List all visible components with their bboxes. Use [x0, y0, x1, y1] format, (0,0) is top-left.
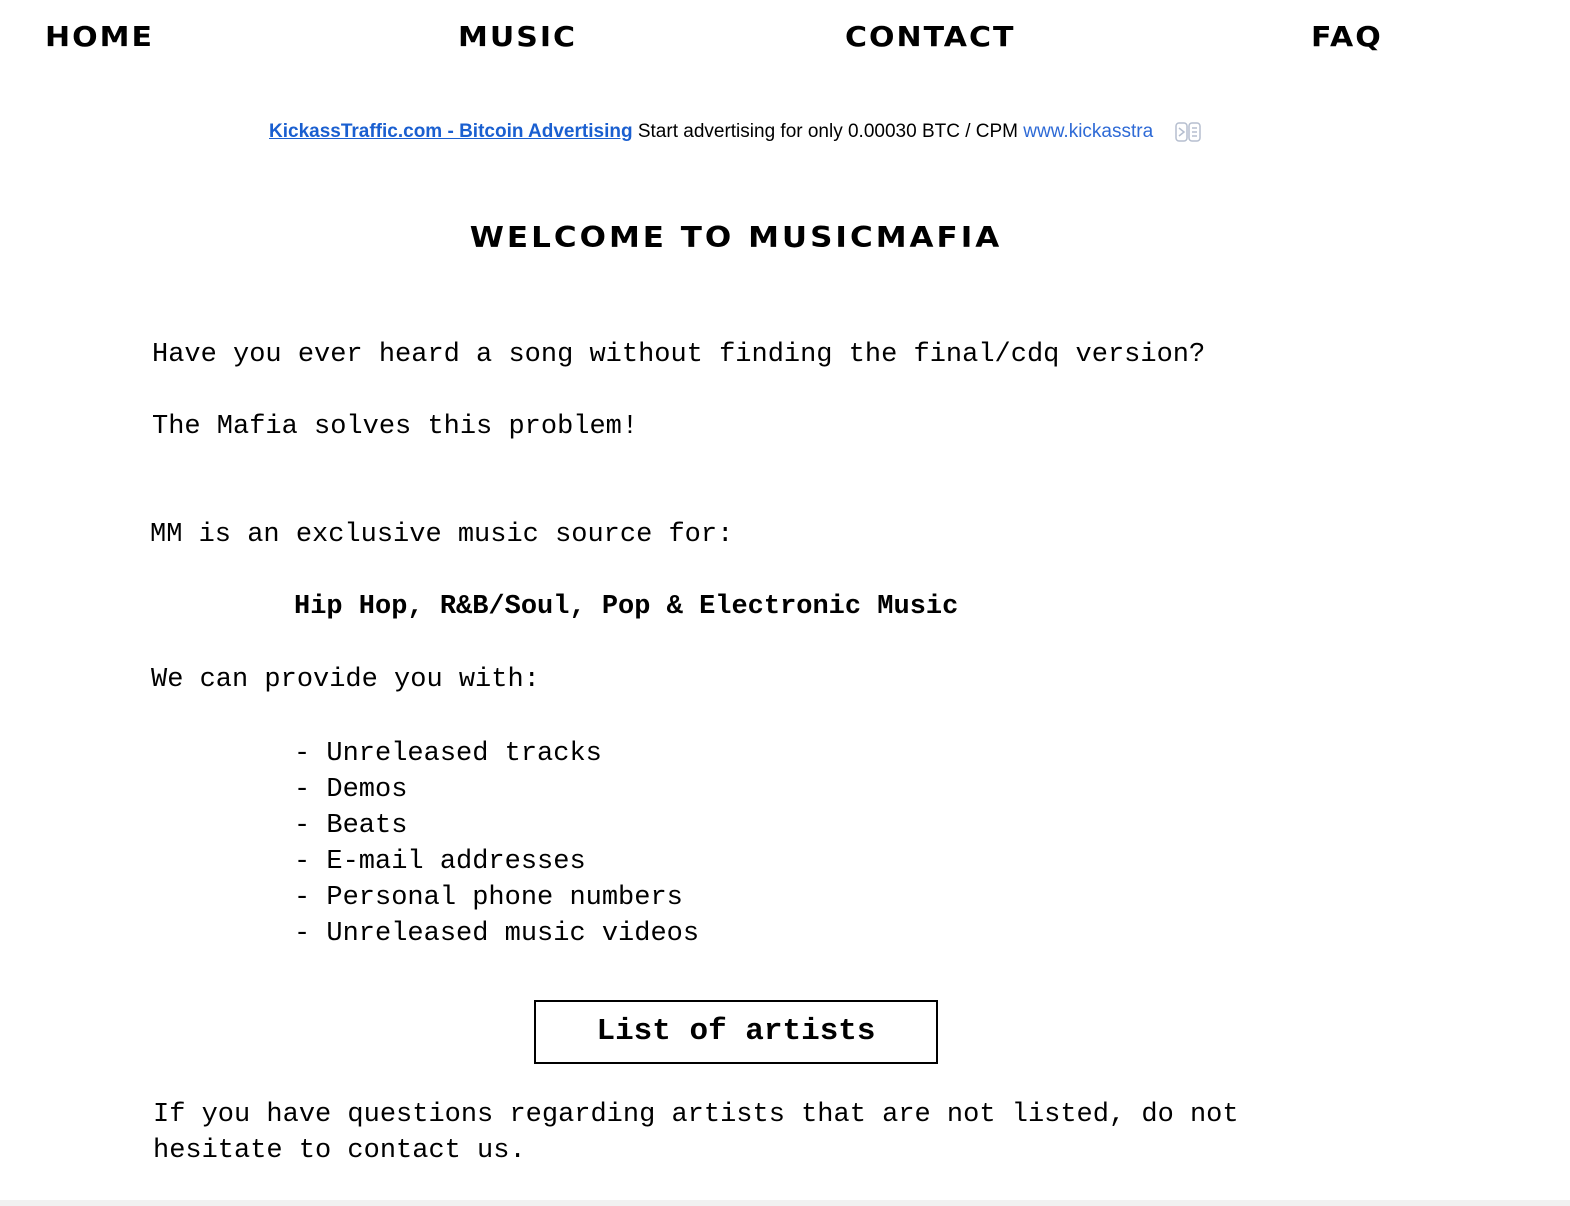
list-of-artists-button[interactable]: List of artists [534, 1000, 938, 1064]
genres-text: Hip Hop, R&B/Soul, Pop & Electronic Musi… [294, 592, 959, 622]
source-intro: MM is an exclusive music source for: [150, 520, 734, 550]
page-title: WELCOME TO MUSICMAFIA [469, 221, 1003, 255]
ad-description: Start advertising for only 0.00030 BTC /… [637, 121, 1019, 142]
ad-url-link[interactable]: www.kickasstra [1023, 121, 1153, 142]
ad-choices-icon[interactable] [1175, 122, 1201, 142]
features-list: - Unreleased tracks - Demos - Beats - E-… [294, 736, 699, 952]
nav-link-contact[interactable]: CONTACT [845, 21, 1015, 53]
list-item: - Unreleased music videos [294, 919, 700, 949]
page-bottom-edge [0, 1200, 1570, 1206]
nav-link-faq[interactable]: FAQ [1311, 21, 1383, 53]
top-navigation: HOME MUSIC CONTACT FAQ [0, 20, 1570, 64]
ad-title-link[interactable]: KickassTraffic.com - Bitcoin Advertising [269, 121, 633, 142]
nav-link-music[interactable]: MUSIC [458, 21, 577, 53]
nav-link-home[interactable]: HOME [45, 21, 154, 53]
list-item: - Personal phone numbers [294, 883, 683, 913]
intro-question: Have you ever heard a song without findi… [152, 340, 1206, 370]
list-item: - E-mail addresses [294, 847, 586, 877]
intro-answer: The Mafia solves this problem! [152, 412, 639, 442]
list-item: - Unreleased tracks [294, 739, 602, 769]
list-item: - Demos [294, 775, 408, 805]
provide-intro: We can provide you with: [151, 665, 540, 695]
ad-banner: KickassTraffic.com - Bitcoin Advertising… [269, 119, 1205, 145]
list-item: - Beats [294, 811, 408, 841]
questions-note: If you have questions regarding artists … [153, 1100, 1239, 1166]
